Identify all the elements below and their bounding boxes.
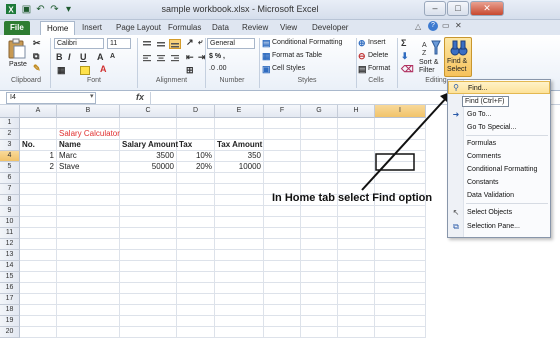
menu-item-comments[interactable]: Comments bbox=[448, 150, 550, 163]
menu-item-label: Conditional Formatting bbox=[467, 166, 538, 173]
menu-item-label: Go To Special... bbox=[467, 124, 517, 131]
go-to-arrow-icon: ➜ bbox=[452, 110, 460, 119]
menu-item-formulas[interactable]: Formulas bbox=[448, 137, 550, 150]
menu-separator bbox=[466, 203, 548, 204]
menu-item-label: Select Objects bbox=[467, 209, 513, 216]
menu-item-go-to[interactable]: Go To... bbox=[448, 108, 550, 121]
menu-item-label: Go To... bbox=[467, 111, 492, 118]
menu-item-selection-pane[interactable]: Selection Pane... bbox=[448, 220, 550, 233]
find-tooltip: Find (Ctrl+F) bbox=[462, 96, 509, 107]
menu-item-find[interactable]: Find... bbox=[448, 81, 550, 94]
annotation-arrow bbox=[361, 95, 449, 191]
menu-item-label: Constants bbox=[467, 179, 499, 186]
excel-window: X ▣ ↶ ↷ ▾ sample workbook.xlsx - Microso… bbox=[0, 0, 560, 353]
menu-item-label: Find... bbox=[468, 85, 488, 92]
menu-item-label: Comments bbox=[467, 153, 501, 160]
menu-item-constants[interactable]: Constants bbox=[448, 176, 550, 189]
binoculars-icon: ⚲ bbox=[453, 83, 459, 92]
menu-item-label: Formulas bbox=[467, 140, 497, 147]
annotation-text: In Home tab select Find option bbox=[272, 192, 433, 204]
menu-item-label: Data Validation bbox=[467, 192, 514, 199]
menu-separator bbox=[466, 135, 548, 136]
selection-pane-icon: ⧉ bbox=[453, 222, 459, 231]
menu-item-select-objects[interactable]: Select Objects bbox=[448, 206, 550, 219]
menu-item-data-validation[interactable]: Data Validation bbox=[448, 189, 550, 202]
menu-item-go-to-special[interactable]: Go To Special... bbox=[448, 121, 550, 134]
cursor-icon: ↖ bbox=[452, 208, 460, 217]
menu-item-conditional-formatting[interactable]: Conditional Formatting bbox=[448, 163, 550, 176]
menu-item-label: Selection Pane... bbox=[467, 223, 520, 230]
